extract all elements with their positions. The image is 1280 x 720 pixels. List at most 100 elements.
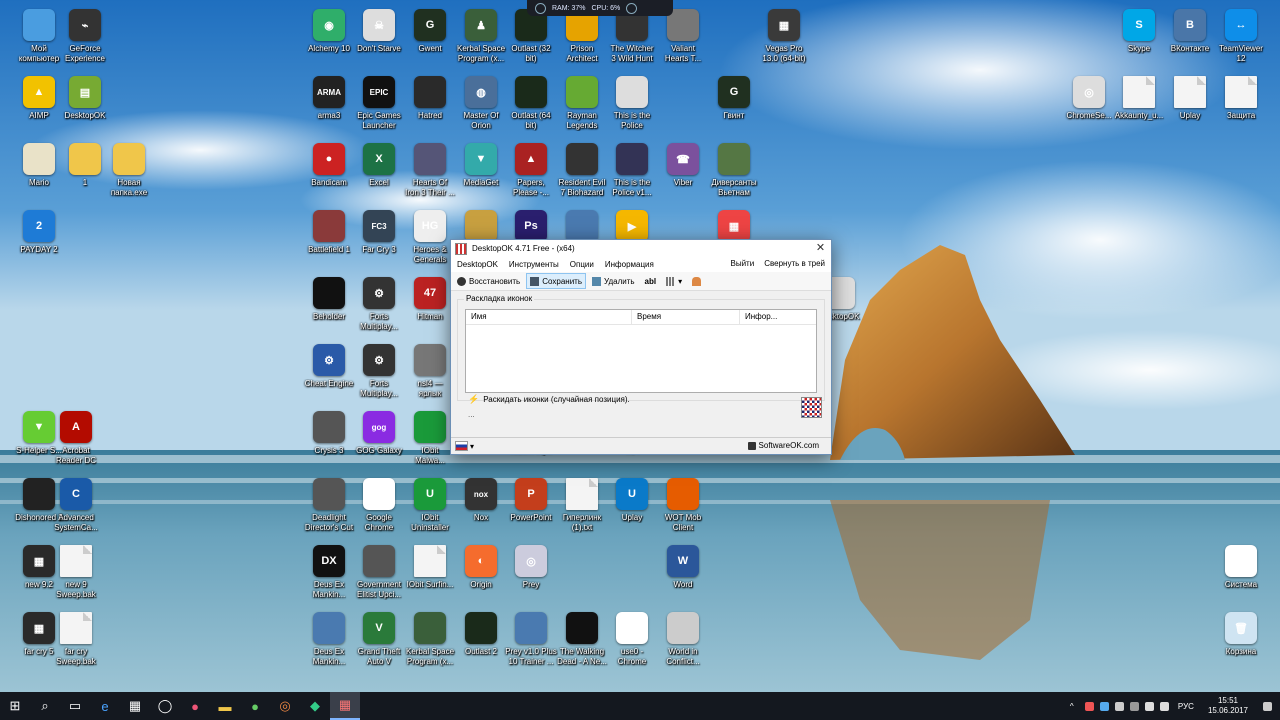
- desktop-icon-новая-папка-exe[interactable]: Новая папка.exe: [96, 140, 162, 206]
- restore-button[interactable]: Восстановить: [453, 273, 524, 289]
- payday-2-icon: 2: [23, 210, 55, 242]
- desktop-icon-prey[interactable]: ◎ Prey: [498, 542, 564, 608]
- uplay-icon: U: [616, 478, 648, 510]
- settings-button[interactable]: [688, 273, 708, 289]
- search-button[interactable]: ⌕: [30, 692, 60, 720]
- start-button[interactable]: ⊞: [0, 692, 30, 720]
- softwareok-link[interactable]: SoftwareOK.com: [747, 441, 819, 450]
- this-is-the-police-v1-icon: [616, 143, 648, 175]
- desktop-icon-new-9-sweep-bak[interactable]: new 9 Sweep.bak: [43, 542, 109, 608]
- more-dots[interactable]: ...: [468, 410, 475, 419]
- desktopok-icon: ▦: [338, 697, 352, 712]
- desktop-icon-система[interactable]: O Система: [1208, 542, 1274, 608]
- desktop-icon-label: Advanced SystemCa...: [54, 513, 98, 532]
- windows-icon: ⊞: [9, 698, 21, 713]
- desktop-icon-защита[interactable]: Защита: [1208, 73, 1274, 139]
- delete-button[interactable]: Удалить: [588, 273, 639, 289]
- desktop-icon-acrobat-reader-dc[interactable]: A Acrobat Reader DC: [43, 408, 109, 474]
- app-icon: ◆: [310, 698, 320, 713]
- tray-icon-2[interactable]: [1099, 701, 1109, 711]
- menu-info[interactable]: Информация: [605, 260, 654, 269]
- master-of-orion-icon: ◍: [465, 76, 497, 108]
- chevron-down-icon[interactable]: ▾: [470, 442, 474, 451]
- desktop-icon-label: Новая папка.exe: [110, 178, 148, 197]
- iobit-malwa-icon: [414, 411, 446, 443]
- notifications-icon[interactable]: [1263, 701, 1272, 711]
- view-dropdown-button[interactable]: ▾: [662, 273, 686, 289]
- desktop-icon-payday-2[interactable]: 2 PAYDAY 2: [6, 207, 72, 273]
- tray-icon-4[interactable]: [1129, 701, 1139, 711]
- save-button[interactable]: Сохранить: [526, 273, 586, 289]
- save-label: Сохранить: [542, 276, 582, 286]
- desktop-icon-world-in-conflict[interactable]: World in Conflict...: [650, 609, 716, 675]
- microphone-icon: ●: [191, 698, 199, 714]
- защита-icon: [1225, 76, 1257, 108]
- column-time[interactable]: Время: [632, 310, 740, 324]
- chromese-icon: ◎: [1073, 76, 1105, 108]
- system-tray: ^ РУС 15:51 15.06.2017: [1067, 692, 1280, 720]
- desktop-icon-this-is-the-police[interactable]: This is the Police: [599, 73, 665, 139]
- language-flag-icon[interactable]: [455, 441, 468, 451]
- taskbar-desktopok[interactable]: ▦: [330, 692, 360, 720]
- taskbar-app-circle[interactable]: ◯: [150, 692, 180, 720]
- tray-icon-3[interactable]: [1114, 701, 1124, 711]
- clock[interactable]: 15:51 15.06.2017: [1208, 696, 1248, 716]
- desktop-icon-label: GeForce Experience: [64, 44, 106, 63]
- layout-grid-icon[interactable]: [801, 397, 822, 418]
- acrobat-reader-dc-icon: A: [60, 411, 92, 443]
- menu-minimize-to-tray[interactable]: Свернуть в трей: [764, 259, 825, 268]
- heroes-generals-icon: HG: [414, 210, 446, 242]
- rename-button[interactable]: abl: [641, 273, 661, 289]
- network-icon[interactable]: [1144, 701, 1154, 711]
- rename-label: abl: [644, 276, 657, 286]
- desktop-icon-desktopok[interactable]: ▤ DesktopOK: [52, 73, 118, 139]
- desktop-icon-label: Acrobat Reader DC: [55, 446, 96, 465]
- viber-icon: ☎: [667, 143, 699, 175]
- volume-icon[interactable]: [1159, 701, 1169, 711]
- desktop-icon-advanced-systemca[interactable]: C Advanced SystemCa...: [43, 475, 109, 541]
- list-header: Имя Время Инфор...: [466, 310, 816, 325]
- desktop-icon-far-cry-sweep-bak[interactable]: far cry Sweep.bak: [43, 609, 109, 675]
- close-button[interactable]: ✕: [814, 242, 827, 254]
- menu-exit[interactable]: Выйти: [731, 259, 755, 268]
- status-bar: ▾ SoftwareOK.com: [451, 437, 831, 454]
- desktop-icon-корзина[interactable]: 🗑 Корзина: [1208, 609, 1274, 675]
- tray-icon-1[interactable]: [1084, 701, 1094, 711]
- world-in-conflict-icon: [667, 612, 699, 644]
- desktop-icon-диверсанты-вьетнам[interactable]: Диверсанты Вьетнам: [701, 140, 767, 206]
- taskbar-app-green[interactable]: ◆: [300, 692, 330, 720]
- desktop-icon-geforce-experience[interactable]: ⌁ GeForce Experience: [52, 6, 118, 72]
- column-info[interactable]: Инфор...: [740, 310, 815, 324]
- settings-icon[interactable]: [626, 2, 638, 14]
- layout-list[interactable]: Имя Время Инфор...: [465, 309, 817, 393]
- chevron-up-icon[interactable]: ^: [1070, 702, 1079, 711]
- kerbal-space-program-x-icon: ♟: [465, 9, 497, 41]
- task-view-button[interactable]: ▭: [60, 692, 90, 720]
- taskbar-mic[interactable]: ●: [180, 692, 210, 720]
- group-title: Раскладка иконок: [464, 294, 535, 303]
- desktop-icon-vegas-pro-13-0-64-bit[interactable]: ▦ Vegas Pro 13.0 (64-bit): [751, 6, 817, 72]
- menu-options[interactable]: Опции: [570, 260, 594, 269]
- desktop-icon-wot-mob-client[interactable]: WOT Mob Client: [650, 475, 716, 541]
- desktop-icon-teamviewer-12[interactable]: ↔ TeamViewer 12: [1208, 6, 1274, 72]
- scatter-icons-link[interactable]: ⚡ Раскидать иконки (случайная позиция).: [468, 394, 630, 405]
- taskbar-kerbal[interactable]: ●: [240, 692, 270, 720]
- language-indicator[interactable]: РУС: [1178, 702, 1194, 711]
- window-titlebar[interactable]: DesktopOK 4.71 Free - (x64) ✕: [451, 240, 831, 257]
- desktop-icon-гвинт[interactable]: G Гвинт: [701, 73, 767, 139]
- desktop-icon-word[interactable]: W Word: [650, 542, 716, 608]
- menu-tools[interactable]: Инструменты: [509, 260, 559, 269]
- menu-desktopok[interactable]: DesktopOK: [457, 260, 498, 269]
- taskbar: ⊞ ⌕ ▭ e ▦ ◯ ● ▬ ● ◎ ◆ ▦ ^ РУС 15:51 15.0…: [0, 692, 1280, 720]
- desktop-icon-label: WOT Mob Client: [664, 513, 702, 532]
- taskbar-explorer[interactable]: ▬: [210, 692, 240, 720]
- column-name[interactable]: Имя: [466, 310, 632, 324]
- far-cry-3-icon: FC3: [363, 210, 395, 242]
- ram-readout: RAM: 37%: [552, 4, 586, 12]
- taskbar-edge[interactable]: e: [90, 692, 120, 720]
- scatter-icons-label: Раскидать иконки (случайная позиция).: [483, 395, 630, 404]
- taskbar-chrome[interactable]: ◎: [270, 692, 300, 720]
- unnamed-icon: ▦: [718, 210, 750, 242]
- taskbar-store[interactable]: ▦: [120, 692, 150, 720]
- this-is-the-police-icon: [616, 76, 648, 108]
